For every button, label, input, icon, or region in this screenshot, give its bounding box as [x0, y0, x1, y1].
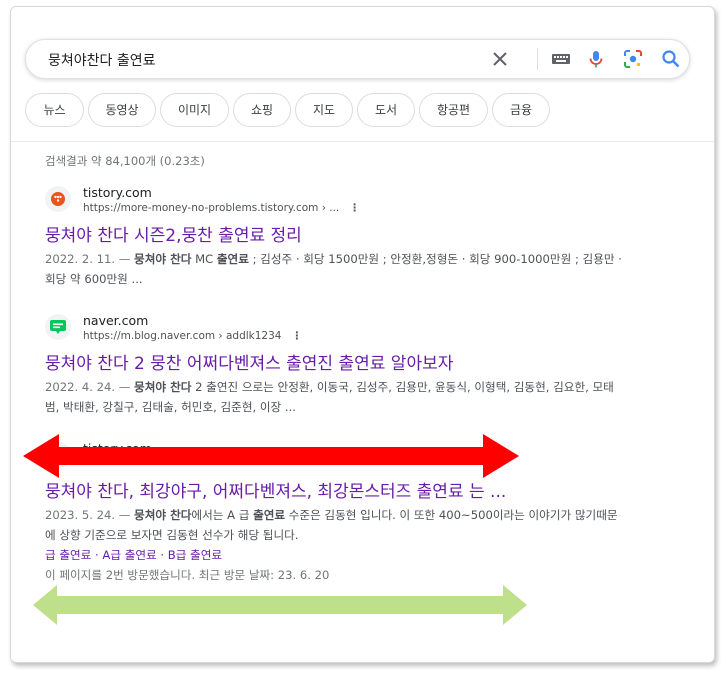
green-double-arrow-icon	[33, 585, 527, 625]
browser-frame: 뭉쳐야찬다 출연료 뉴스 동영상 이미지 쇼핑 지도 도서 항공편 금융 검색결…	[10, 6, 715, 663]
search-box[interactable]: 뭉쳐야찬다 출연료	[25, 39, 690, 79]
result-title-link[interactable]: 뭉쳐야 찬다 시즌2,뭉찬 출연료 정리	[45, 221, 302, 246]
search-divider	[537, 48, 538, 70]
chip-books[interactable]: 도서	[357, 93, 415, 127]
keyboard-icon[interactable]	[551, 49, 571, 69]
result-snippet: 2023. 5. 24. — 뭉쳐야 찬다에서는 A 급 출연료 수준은 김동현…	[45, 508, 618, 542]
result-site-name: naver.com	[83, 313, 149, 328]
naver-blog-favicon-icon	[45, 314, 71, 340]
chip-maps[interactable]: 지도	[295, 93, 353, 127]
result-sitelinks[interactable]: 급 출연료 · A급 출연료 · B급 출연료	[45, 547, 222, 563]
search-input[interactable]: 뭉쳐야찬다 출연료	[48, 50, 156, 70]
chip-images[interactable]: 이미지	[160, 93, 229, 127]
chip-videos[interactable]: 동영상	[88, 93, 156, 127]
chip-flights[interactable]: 항공편	[419, 93, 488, 127]
result-title-link[interactable]: 뭉쳐야 찬다 2 뭉찬 어쩌다벤져스 출연진 출연료 알아보자	[45, 349, 453, 374]
red-double-arrow-icon	[23, 434, 519, 478]
result-url[interactable]: https://m.blog.naver.com › addlk1234 ⋮	[83, 330, 302, 342]
search-icon[interactable]	[661, 49, 681, 69]
result-url[interactable]: https://more-money-no-problems.tistory.c…	[83, 202, 360, 214]
visited-note: 이 페이지를 2번 방문했습니다. 최근 방문 날짜: 23. 6. 20	[45, 568, 330, 582]
header-divider	[11, 141, 714, 142]
chip-finance[interactable]: 금융	[492, 93, 550, 127]
chip-news[interactable]: 뉴스	[25, 93, 84, 127]
result-snippet: 2022. 2. 11. — 뭉쳐야 찬다 MC 출연료 ; 김성주 · 회당 …	[45, 252, 622, 286]
result-snippet: 2022. 4. 24. — 뭉쳐야 찬다 2 출연진 으로는 안정환, 이동국…	[45, 380, 614, 414]
voice-search-icon[interactable]	[586, 49, 606, 69]
clear-icon[interactable]	[490, 49, 510, 69]
more-options-icon[interactable]: ⋮	[291, 330, 302, 342]
more-options-icon[interactable]: ⋮	[349, 202, 360, 214]
lens-search-icon[interactable]	[623, 49, 643, 69]
result-stats: 검색결과 약 84,100개 (0.23초)	[45, 154, 205, 168]
result-site-name: tistory.com	[83, 185, 152, 200]
chip-shopping[interactable]: 쇼핑	[233, 93, 291, 127]
tistory-favicon-icon	[45, 186, 71, 212]
